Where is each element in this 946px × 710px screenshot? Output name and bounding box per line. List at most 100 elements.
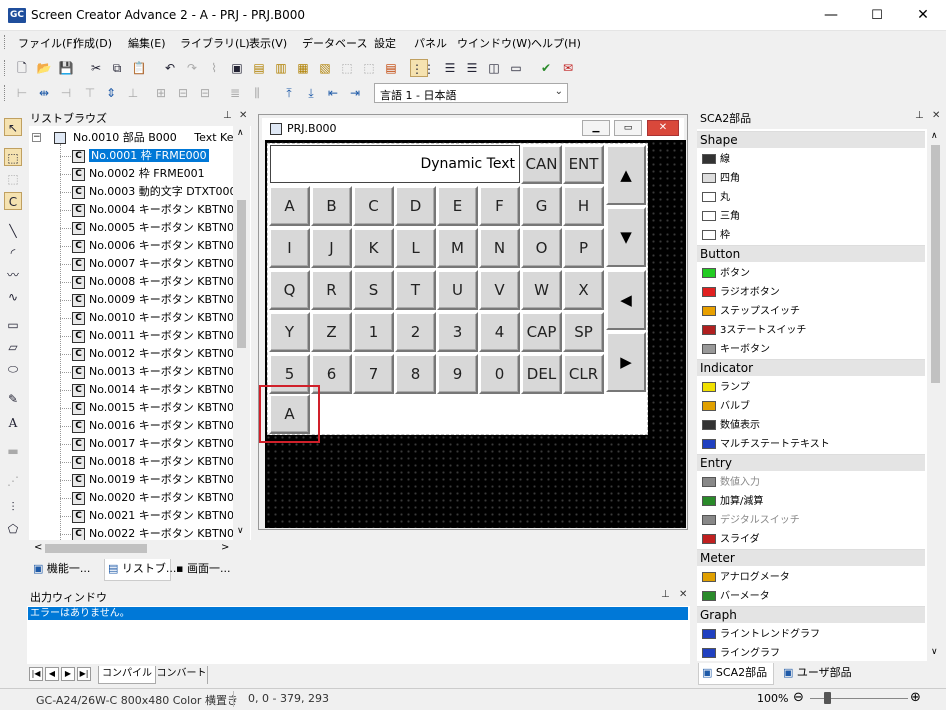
parts-category[interactable]: Meter [697,549,925,566]
tree-item[interactable]: C No.0015 キーボタン KBTN014 [72,399,248,417]
tree-item[interactable]: C No.0012 キーボタン KBTN008 [72,345,248,363]
menu-grip[interactable] [4,35,7,49]
key-k[interactable]: K [353,228,394,268]
menu-library[interactable]: ライブラリ(L) [180,35,250,51]
prev-tab-icon[interactable]: ◀ [45,667,59,681]
scroll-down-icon[interactable]: ∨ [931,647,938,657]
key-can[interactable]: CAN [521,145,562,184]
scroll-down-icon[interactable]: ∨ [237,526,244,536]
scroll-thumb[interactable] [931,145,940,383]
key-h[interactable]: H [563,186,604,226]
save-icon[interactable]: 💾 [57,59,75,77]
ungroup-icon[interactable]: ▥ [272,59,290,77]
region-select-icon[interactable]: ⬚ [4,170,22,188]
toolbar-grip[interactable] [4,85,7,101]
tree-item[interactable]: C No.0009 キーボタン KBTN005 [72,291,248,309]
tree-item[interactable]: C No.0016 キーボタン KBTN015 [72,417,248,435]
paste-icon[interactable]: 📋 [130,59,148,77]
pin-icon[interactable]: ⊥ [223,110,232,121]
parallelogram-tool-icon[interactable]: ▱ [4,338,22,356]
key-o[interactable]: O [521,228,562,268]
parts-item[interactable]: 枠 [702,226,730,245]
polyline-tool-icon[interactable]: 〰 [4,266,22,284]
open-folder-icon[interactable]: 📂 [35,59,53,77]
key-clr[interactable]: CLR [563,354,604,394]
stack-icon[interactable]: ▦ [294,59,312,77]
tab-user-parts[interactable]: ▣ ユーザ部品 [780,663,860,685]
arrow-right-key[interactable]: ▶ [606,332,646,392]
parts-item[interactable]: 線 [702,150,730,169]
redo-icon[interactable]: ↷ [183,59,201,77]
key-z[interactable]: Z [311,312,352,352]
key-a[interactable]: A [269,186,310,226]
zoom-out-icon[interactable]: ⊖ [793,691,804,705]
tree-item[interactable]: C No.0017 キーボタン KBTN016 [72,435,248,453]
scroll-up-icon[interactable]: ∧ [237,128,244,138]
key-m[interactable]: M [437,228,478,268]
key-i[interactable]: I [269,228,310,268]
new-file-icon[interactable]: 🗋 [13,59,31,77]
tree-item[interactable]: C No.0021 キーボタン KBTN020 [72,507,248,525]
parts-category[interactable]: Shape [697,131,925,148]
pin-icon[interactable]: ⊥ [661,589,670,600]
same-width-icon[interactable]: ⊟ [196,84,214,102]
arrow-down-key[interactable]: ▼ [606,207,646,267]
expand-left-icon[interactable]: ⇤ [324,84,342,102]
align-center-h-icon[interactable]: ⇹ [35,84,53,102]
parts-item[interactable]: ステップスイッチ [702,302,800,321]
line-tool-icon[interactable]: ╲ [4,222,22,240]
layout-stack-icon[interactable]: ☰ [463,59,481,77]
tree-item[interactable]: C No.0022 キーボタン KBTN021 [72,525,248,540]
parts-list[interactable]: Shape 線四角丸三角枠 Button ボタン ラジオボタン ステップスイッチ 3ステート… [697,129,927,661]
zoom-slider-thumb[interactable] [824,692,831,704]
scroll-thumb[interactable] [45,544,147,553]
parts-item[interactable]: ボタン [702,264,750,283]
zoom-in-icon[interactable]: ⊕ [910,691,921,705]
scatter-tool-icon[interactable]: ⋰ [4,472,22,490]
tree-item[interactable]: C No.0019 キーボタン KBTN018 [72,471,248,489]
key-q[interactable]: Q [269,270,310,310]
select-arrow-icon[interactable]: ↖ [4,118,22,136]
menu-window[interactable]: ウインドウ(W) [457,35,531,51]
parts-item[interactable]: アナログメータ [702,568,790,587]
key-3[interactable]: 3 [437,312,478,352]
scroll-left-icon[interactable]: < [34,542,42,553]
tree-item[interactable]: C No.0003 動的文字 DTXT000 [72,183,237,201]
key-0[interactable]: 0 [479,354,520,394]
tree-item[interactable]: C No.0014 キーボタン KBTN013 [72,381,248,399]
tree-item[interactable]: C No.0008 キーボタン KBTN004 [72,273,248,291]
expand-right-icon[interactable]: ⇥ [346,84,364,102]
scroll-right-icon[interactable]: > [221,542,229,553]
key-u[interactable]: U [437,270,478,310]
close-icon[interactable]: ✕ [932,110,940,121]
align-left-icon[interactable]: ⊢ [13,84,31,102]
key-ent[interactable]: ENT [563,145,604,184]
menu-settings[interactable]: 設定 [374,35,396,51]
menu-help[interactable]: ヘルプ(H) [531,35,581,51]
parts-item[interactable]: バーメータ [702,587,770,606]
key-d[interactable]: D [395,186,436,226]
key-2[interactable]: 2 [395,312,436,352]
parts-item[interactable]: ランプ [702,378,750,397]
node-edit-icon[interactable]: ⌇ [205,59,223,77]
key-s[interactable]: S [353,270,394,310]
list-browse-tree[interactable]: − No.0010 部品 B000 Text Keyp C No.0001 枠 F… [29,126,251,540]
arrow-up-key[interactable]: ▲ [606,145,646,205]
align-right-icon[interactable]: ⊣ [57,84,75,102]
properties-icon[interactable]: ▤ [382,59,400,77]
doc-minimize-button[interactable]: ▁ [582,120,610,136]
key-y[interactable]: Y [269,312,310,352]
parts-category[interactable]: Graph [697,606,925,623]
parts-category[interactable]: Button [697,245,925,262]
key-sp[interactable]: SP [563,312,604,352]
polygon-tool-icon[interactable]: ⬠ [4,520,22,538]
menu-view[interactable]: 表示(V) [249,35,287,51]
doc-close-button[interactable]: ✕ [647,120,679,136]
minimize-button[interactable]: — [808,0,854,31]
close-icon[interactable]: ✕ [239,110,247,121]
flip-up-icon[interactable]: ⤒ [280,84,298,102]
cut-icon[interactable]: ✂ [87,59,105,77]
tab-convert[interactable]: コンバート [156,666,208,684]
tree-item[interactable]: C No.0001 枠 FRME000 [72,147,209,165]
pin-icon[interactable]: ⊥ [915,110,924,121]
